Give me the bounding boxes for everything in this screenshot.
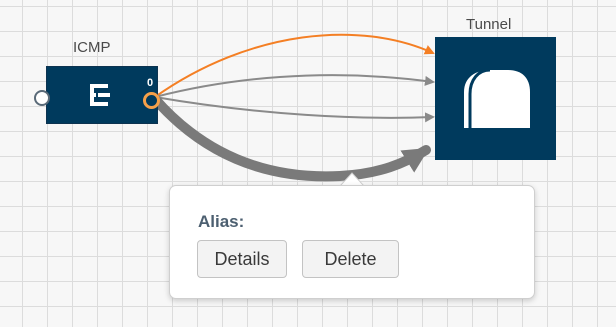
tunnel-node-label: Tunnel	[466, 16, 512, 33]
connection-edge-selected[interactable]	[150, 94, 431, 182]
connection-edge[interactable]	[154, 96, 435, 123]
popover-caret	[340, 172, 364, 186]
alias-label: Alias:	[198, 212, 245, 231]
delete-button[interactable]: Delete	[302, 240, 399, 278]
flow-canvas[interactable]: ICMP 0 Tunnel Alias: Details Delete	[0, 0, 616, 327]
icmp-output-port[interactable]	[143, 92, 160, 109]
icmp-node[interactable]	[46, 66, 158, 124]
icmp-node-label: ICMP	[73, 39, 111, 56]
edge-context-popover: Alias: Details Delete	[169, 185, 535, 299]
tunnel-icon	[464, 68, 530, 128]
details-button[interactable]: Details	[197, 240, 287, 278]
tunnel-node[interactable]	[435, 37, 556, 160]
filter-icon	[90, 84, 110, 106]
icmp-input-port[interactable]	[34, 90, 50, 106]
connection-edge[interactable]	[154, 74, 435, 98]
output-port-number: 0	[147, 77, 154, 89]
